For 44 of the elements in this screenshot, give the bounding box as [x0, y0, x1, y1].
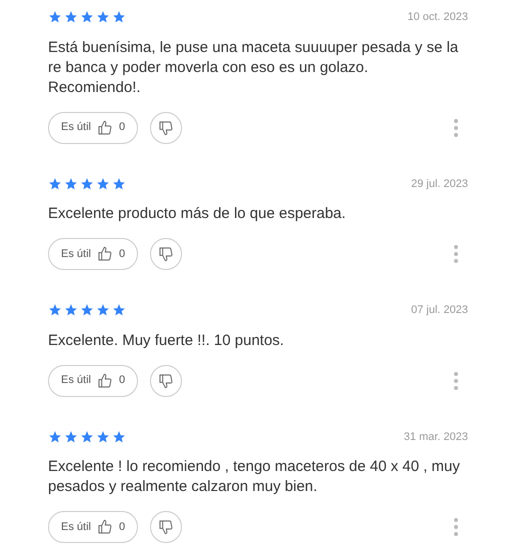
review-date: 31 mar. 2023 — [404, 430, 468, 444]
star-icon — [64, 430, 78, 444]
thumbs-down-icon — [158, 372, 174, 388]
star-icon — [96, 10, 110, 24]
star-icon — [96, 430, 110, 444]
star-icon — [48, 176, 62, 191]
star-icon — [80, 176, 94, 191]
star-icon — [96, 303, 110, 318]
thumbs-up-icon — [96, 246, 113, 262]
review-date: 07 jul. 2023 — [411, 303, 468, 318]
thumbs-down-icon — [158, 519, 174, 535]
star-icon — [64, 303, 78, 318]
not-helpful-button[interactable] — [150, 511, 182, 543]
star-icon — [48, 430, 62, 444]
helpful-button[interactable]: Es útil 0 — [48, 112, 138, 144]
helpful-button[interactable]: Es útil 0 — [48, 511, 138, 543]
review-text: Excelente producto más de lo que esperaba. — [48, 204, 347, 224]
star-icon — [96, 176, 110, 191]
star-icon — [112, 10, 126, 24]
thumbs-down-icon — [158, 120, 174, 136]
not-helpful-button[interactable] — [150, 364, 182, 396]
star-icon — [80, 430, 94, 444]
star-icon — [112, 430, 126, 444]
thumbs-up-icon — [96, 519, 113, 535]
star-icon — [64, 176, 78, 191]
not-helpful-button[interactable] — [150, 112, 182, 144]
star-icon — [112, 176, 126, 191]
star-icon — [48, 303, 62, 318]
review-date: 29 jul. 2023 — [411, 176, 468, 192]
thumbs-down-icon — [158, 246, 174, 262]
star-icon — [80, 10, 94, 24]
review-date: 10 oct. 2023 — [407, 10, 468, 25]
review-text: Excelente ! lo recomiendo , tengo maceteros de 40 x 40 , muy pesados y realmente calzaron muy bien. — [48, 457, 461, 497]
review-text: Está buenísima, le puse una maceta suuuuper pesada y se la re banca y poder moverla con eso es un golazo. Recomiendo!. — [48, 38, 460, 98]
helpful-button[interactable]: Es útil 0 — [48, 364, 138, 396]
helpful-button[interactable]: Es útil 0 — [48, 238, 138, 270]
thumbs-up-icon — [96, 372, 113, 388]
star-icon — [80, 303, 94, 318]
star-icon — [112, 303, 126, 318]
not-helpful-button[interactable] — [150, 238, 182, 270]
thumbs-up-icon — [96, 120, 113, 136]
star-icon — [48, 10, 62, 24]
review-text: Excelente. Muy fuerte !!. 10 puntos. — [48, 330, 285, 350]
star-icon — [64, 10, 78, 24]
